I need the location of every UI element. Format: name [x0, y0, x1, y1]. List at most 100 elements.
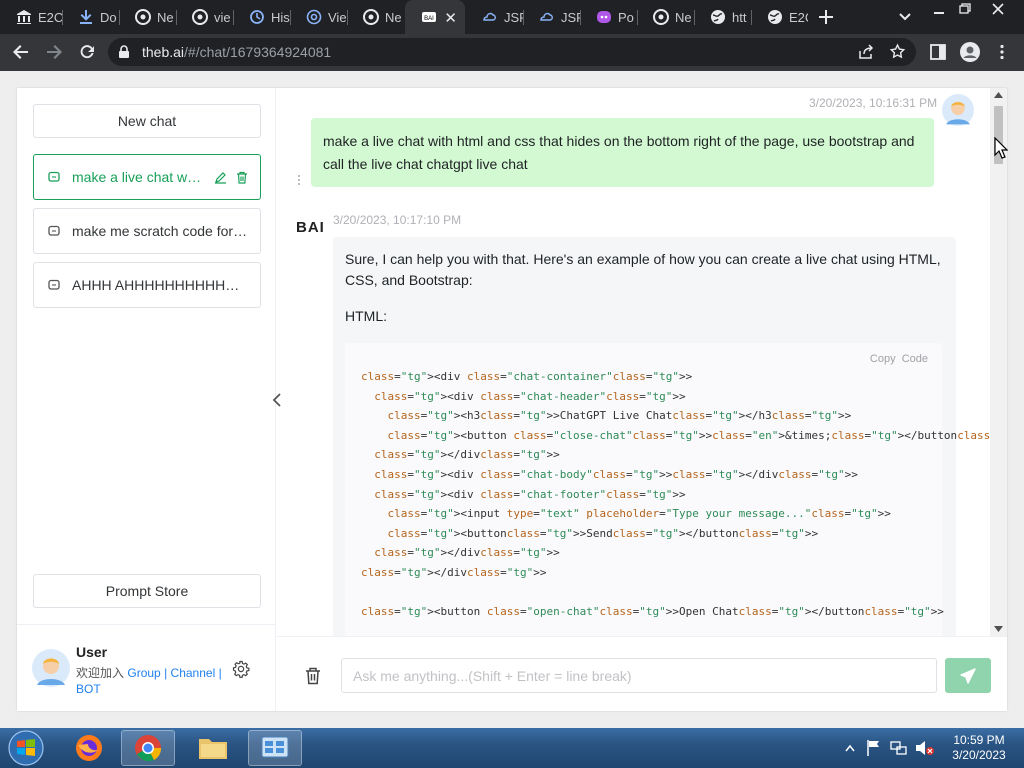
tab-label: Po [618, 9, 634, 25]
tab-label: E2C [789, 9, 808, 25]
tab-jsfiddle-1[interactable]: JSF [466, 0, 523, 34]
restore-icon[interactable] [958, 3, 972, 15]
chat-item[interactable]: AHHH AHHHHHHHHHHHHHHH [33, 262, 261, 308]
tab-search-chevron-icon[interactable] [898, 11, 912, 23]
code-line: class="tg"><div class="chat-footer"class… [374, 487, 686, 501]
share-icon[interactable] [858, 44, 875, 60]
scroll-down-arrow-icon[interactable] [994, 626, 1003, 632]
taskbar-firefox[interactable] [62, 730, 116, 766]
code-line: class="tg"><div class="chat-body"class="… [374, 467, 858, 481]
tab-downloads[interactable]: Do [62, 0, 119, 34]
taskbar-chrome[interactable] [121, 730, 175, 766]
clear-chat-trash-icon[interactable] [305, 667, 321, 685]
forward-arrow-icon[interactable] [45, 43, 63, 61]
tab-history[interactable]: His [233, 0, 290, 34]
tab-label: Do [100, 9, 117, 25]
tab-jsfiddle-2[interactable]: JSF [523, 0, 580, 34]
chat-item[interactable]: make me scratch code for a game [33, 208, 261, 254]
bookmark-star-icon[interactable] [889, 43, 906, 60]
tab-theb-active[interactable]: BAI ✕ [405, 0, 465, 34]
firefox-icon [76, 735, 102, 761]
back-arrow-icon[interactable] [12, 43, 30, 61]
chat-item-label: AHHH AHHHHHHHHHHHHHHH [72, 277, 248, 293]
profile-avatar-icon[interactable] [959, 41, 981, 63]
tab-poe[interactable]: Po [580, 0, 637, 34]
network-icon[interactable] [890, 740, 908, 756]
svg-text:BAI: BAI [424, 16, 434, 22]
at-icon [306, 9, 322, 25]
taskbar-control-panel[interactable] [248, 730, 302, 766]
url-text[interactable]: theb.ai/#/chat/1679364924081 [142, 44, 331, 60]
code-line: class="tg"><button class="close-chat"cla… [387, 428, 991, 442]
tab-label: JSF [561, 9, 580, 25]
lock-icon[interactable] [118, 45, 130, 59]
tab-e2c[interactable]: E2C [0, 0, 62, 34]
bot-message-time: 3/20/2023, 10:17:10 PM [333, 213, 462, 227]
tab-new-3[interactable]: Ne [637, 0, 694, 34]
bot-message-bubble: Sure, I can help you with that. Here's a… [333, 237, 990, 636]
sidebar: New chat make a live chat with html and … [17, 88, 276, 711]
send-plane-icon [960, 667, 976, 684]
message-scrollbar[interactable] [990, 88, 1007, 636]
url-host: theb.ai [142, 44, 185, 60]
reload-icon[interactable] [78, 43, 96, 61]
user-message-text: make a live chat with html and css that … [323, 133, 915, 172]
code-line: class="tg"><buttonclass="tg">>Sendclass=… [387, 526, 819, 540]
tab-e2c-2[interactable]: E2C [751, 0, 808, 34]
poe-icon [597, 11, 611, 23]
start-orb-icon[interactable] [6, 729, 46, 767]
globe-icon [768, 10, 782, 24]
tray-expand-icon[interactable] [845, 744, 855, 752]
tab-new-1[interactable]: Ne [119, 0, 176, 34]
close-tab-icon[interactable]: ✕ [444, 9, 457, 27]
new-chat-button[interactable]: New chat [33, 104, 261, 138]
user-message-bubble: make a live chat with html and css that … [311, 118, 934, 187]
settings-gear-icon[interactable] [232, 660, 250, 678]
group-link[interactable]: Group [127, 666, 160, 680]
tab-http[interactable]: htt [694, 0, 751, 34]
close-window-icon[interactable] [991, 3, 1005, 15]
composer [277, 636, 1007, 711]
edit-pencil-icon[interactable] [214, 171, 227, 184]
tab-label: Ne [385, 9, 402, 25]
code-line: class="tg"><div class="chat-container"cl… [361, 370, 693, 383]
ask-input[interactable] [341, 658, 937, 693]
volume-muted-icon[interactable] [915, 740, 935, 756]
bot-message-intro: Sure, I can help you with that. Here's a… [345, 251, 941, 288]
chrome-icon [192, 9, 208, 25]
send-button[interactable] [945, 658, 991, 693]
trash-icon[interactable] [236, 171, 248, 184]
taskbar-clock[interactable]: 10:59 PM 3/20/2023 [944, 733, 1014, 763]
tab-view[interactable]: vie [176, 0, 233, 34]
prompt-store-button[interactable]: Prompt Store [33, 574, 261, 608]
action-center-flag-icon[interactable] [866, 739, 882, 757]
new-tab-plus-icon[interactable] [818, 9, 834, 25]
scroll-up-arrow-icon[interactable] [994, 92, 1003, 98]
bot-link[interactable]: BOT [76, 682, 101, 696]
side-panel-icon[interactable] [930, 44, 946, 60]
taskbar-explorer[interactable] [186, 730, 240, 766]
user-name: User [76, 644, 108, 660]
channel-link[interactable]: Channel [171, 666, 216, 680]
minimize-icon[interactable] [932, 4, 946, 16]
code-content: class="tg"><div class="chat-container"cl… [361, 367, 990, 622]
jsfiddle-icon [483, 12, 496, 21]
chat-item-active[interactable]: make a live chat with html and css that … [33, 154, 261, 200]
tab-label: Ne [157, 9, 174, 25]
code-line: class="tg"><h3class="tg">>ChatGPT Live C… [387, 409, 852, 423]
join-text: 欢迎加入 [76, 666, 125, 680]
chrome-icon [653, 9, 669, 25]
code-line: class="tg"><div class="chat-header"class… [374, 389, 686, 403]
message-list: 3/20/2023, 10:16:31 PM make a live chat … [277, 88, 990, 636]
message-options-icon[interactable] [297, 174, 301, 186]
more-menu-icon[interactable] [999, 44, 1005, 60]
chat-item-label: make a live chat with html and css that … [72, 169, 204, 185]
code-line: class="tg"><input type="text" placeholde… [387, 507, 891, 521]
history-icon [250, 10, 264, 24]
new-chat-label: New chat [117, 113, 177, 129]
user-avatar[interactable] [32, 649, 70, 687]
chat-bubble-icon [48, 279, 60, 290]
tab-vie[interactable]: Vie [290, 0, 347, 34]
code-block: Copy Code class="tg"><div class="chat-co… [345, 343, 990, 636]
tab-new-2[interactable]: Ne [347, 0, 404, 34]
